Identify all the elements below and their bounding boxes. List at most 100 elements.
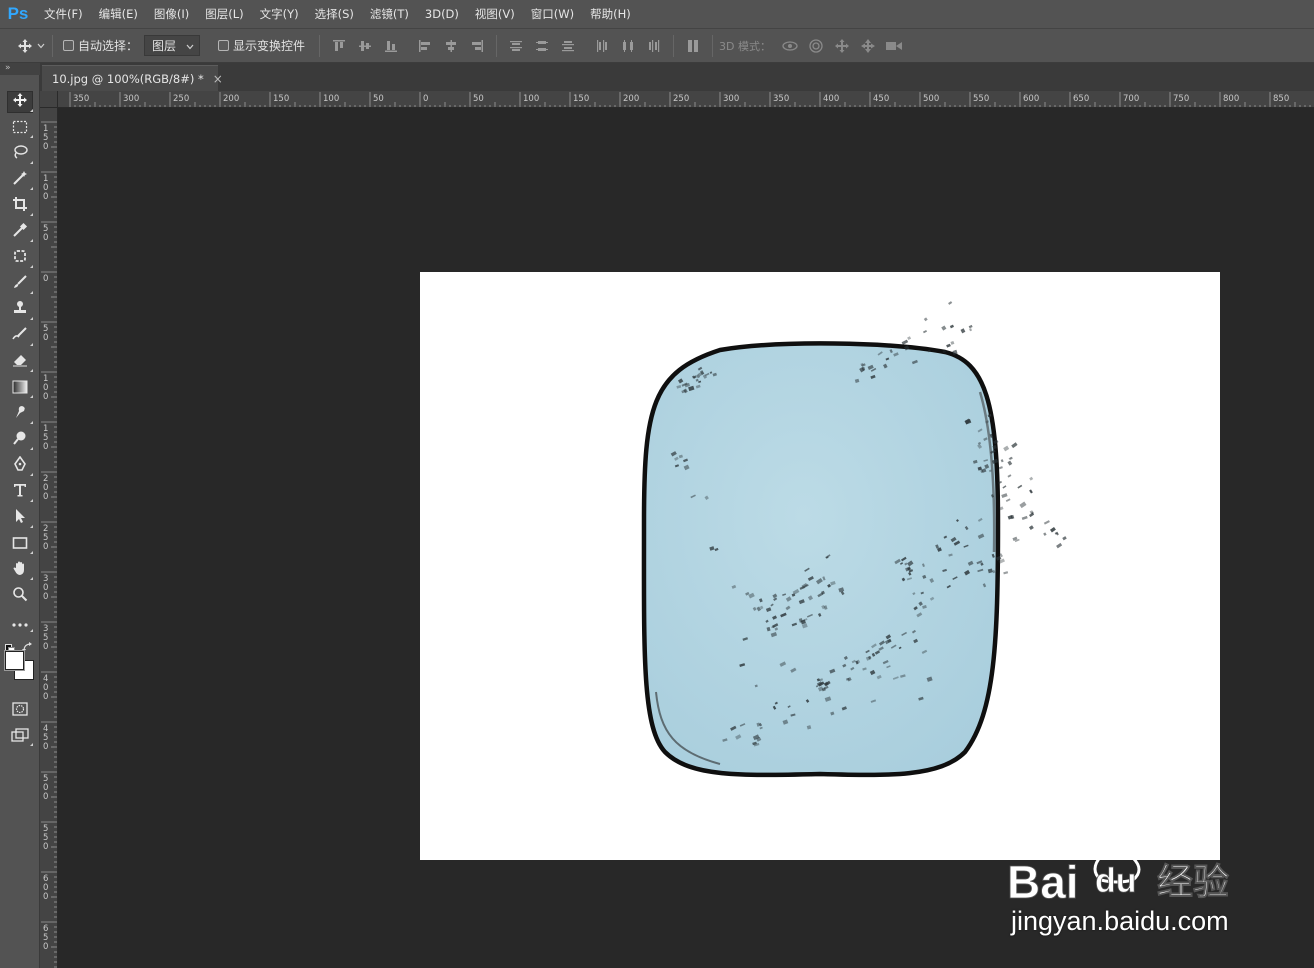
- distribute-hcenter-icon: [621, 39, 635, 53]
- hand-tool[interactable]: [0, 557, 40, 583]
- smudge-tool[interactable]: [0, 401, 40, 427]
- noise-speck: [1007, 460, 1013, 466]
- lasso-tool[interactable]: [0, 141, 40, 167]
- foreground-color-swatch[interactable]: [4, 650, 25, 671]
- distribute-bottom-icon: [561, 39, 575, 53]
- noise-speck: [1043, 532, 1047, 536]
- dodge-tool[interactable]: [0, 427, 40, 453]
- align-hcenter-button[interactable]: [438, 34, 464, 58]
- align-right-button[interactable]: [464, 34, 490, 58]
- ruler-label: 0: [43, 274, 48, 284]
- vertical-ruler[interactable]: 1501005005010015020025030035040045050055…: [40, 108, 58, 968]
- menu-window[interactable]: 窗口(W): [523, 0, 582, 28]
- options-bar: 自动选择： 图层 显示变换控件 3D 模式：: [0, 28, 1314, 63]
- magic-wand-icon: [12, 170, 28, 190]
- menu-view[interactable]: 视图(V): [467, 0, 523, 28]
- gradient-tool[interactable]: [0, 375, 40, 401]
- shape-tool[interactable]: [0, 531, 40, 557]
- move-tool[interactable]: [0, 89, 40, 115]
- ruler-label: 0: [43, 942, 48, 952]
- hand-icon: [12, 560, 28, 580]
- menu-3d[interactable]: 3D(D): [417, 0, 467, 28]
- ruler-label: 0: [43, 842, 48, 852]
- align-vcenter-button[interactable]: [352, 34, 378, 58]
- menu-image[interactable]: 图像(I): [146, 0, 197, 28]
- distribute-left-icon: [595, 39, 609, 53]
- eraser-tool[interactable]: [0, 349, 40, 375]
- distribute-right-button[interactable]: [641, 34, 667, 58]
- ruler-label: 0: [43, 233, 48, 243]
- ruler-label: 800: [1223, 94, 1239, 104]
- 3d-roll-button[interactable]: [803, 34, 829, 58]
- patch-icon: [12, 248, 28, 268]
- watermark-url: jingyan.baidu.com: [1011, 906, 1229, 936]
- screen-mode-button[interactable]: [0, 723, 40, 749]
- distribute-hcenter-button[interactable]: [615, 34, 641, 58]
- clone-stamp-tool[interactable]: [0, 297, 40, 323]
- 3d-scale-button[interactable]: [881, 34, 907, 58]
- eyedropper-tool[interactable]: [0, 219, 40, 245]
- horizontal-ruler[interactable]: 350 300 250 200 150 100 50 0 50 100 150 200 250 300 35…: [58, 91, 1314, 108]
- align-bottom-button[interactable]: [378, 34, 404, 58]
- magic-wand-tool[interactable]: [0, 167, 40, 193]
- document-tab[interactable]: 10.jpg @ 100%(RGB/8#) * ×: [42, 65, 223, 91]
- quick-mask-button[interactable]: [0, 697, 40, 723]
- history-brush-tool[interactable]: [0, 323, 40, 349]
- patch-tool[interactable]: [0, 245, 40, 271]
- distribute-top-button[interactable]: [503, 34, 529, 58]
- menu-edit[interactable]: 编辑(E): [91, 0, 146, 28]
- distribute-bottom-button[interactable]: [555, 34, 581, 58]
- align-top-button[interactable]: [326, 34, 352, 58]
- noise-speck: [1005, 498, 1011, 502]
- menu-type[interactable]: 文字(Y): [252, 0, 307, 28]
- ruler-origin[interactable]: [40, 91, 58, 108]
- noise-speck: [1029, 489, 1033, 494]
- panel-collapse-toggle[interactable]: »: [0, 63, 40, 75]
- move-preset-button[interactable]: [16, 34, 46, 58]
- tools-panel: [0, 75, 40, 968]
- ruler-label: 50: [373, 94, 384, 104]
- auto-select-target-dropdown[interactable]: 图层: [144, 35, 201, 56]
- chevron-down-icon: [37, 43, 45, 49]
- more-tools[interactable]: [0, 609, 40, 635]
- distribute-top-icon: [509, 39, 523, 53]
- menu-layer[interactable]: 图层(L): [197, 0, 251, 28]
- 3d-rotate-icon: [781, 39, 799, 53]
- menu-file[interactable]: 文件(F): [36, 0, 91, 28]
- watermark-brand-cn: 经验: [1157, 862, 1229, 903]
- show-transform-checkbox[interactable]: [218, 40, 230, 51]
- 3d-slide-icon: [860, 38, 876, 54]
- rectangle-icon: [12, 535, 28, 554]
- noise-speck: [901, 339, 909, 345]
- menu-help[interactable]: 帮助(H): [582, 0, 639, 28]
- auto-select-checkbox[interactable]: [63, 40, 74, 51]
- ruler-label: 0: [43, 333, 48, 343]
- distribute-vcenter-button[interactable]: [529, 34, 555, 58]
- close-icon[interactable]: ×: [213, 72, 223, 86]
- menu-select[interactable]: 选择(S): [307, 0, 362, 28]
- 3d-slide-button[interactable]: [855, 34, 881, 58]
- zoom-tool[interactable]: [0, 583, 40, 609]
- noise-speck: [1043, 520, 1050, 525]
- type-tool[interactable]: [0, 479, 40, 505]
- move-icon: [17, 38, 33, 54]
- toolbar-grip[interactable]: [0, 75, 39, 89]
- crop-tool[interactable]: [0, 193, 40, 219]
- ruler-label: 200: [223, 94, 239, 104]
- ruler-label: 0: [43, 142, 48, 152]
- ruler-label: 200: [623, 94, 639, 104]
- auto-align-button[interactable]: [680, 34, 706, 58]
- noise-speck: [968, 324, 973, 329]
- screen-mode-icon: [11, 727, 29, 746]
- distribute-left-button[interactable]: [589, 34, 615, 58]
- image-canvas[interactable]: [420, 272, 1220, 860]
- brush-tool[interactable]: [0, 271, 40, 297]
- pen-tool[interactable]: [0, 453, 40, 479]
- noise-speck: [1029, 476, 1034, 481]
- menu-filter[interactable]: 滤镜(T): [362, 0, 417, 28]
- 3d-pan-button[interactable]: [829, 34, 855, 58]
- path-select-tool[interactable]: [0, 505, 40, 531]
- marquee-tool[interactable]: [0, 115, 40, 141]
- align-left-button[interactable]: [412, 34, 438, 58]
- 3d-rotate-button[interactable]: [777, 34, 803, 58]
